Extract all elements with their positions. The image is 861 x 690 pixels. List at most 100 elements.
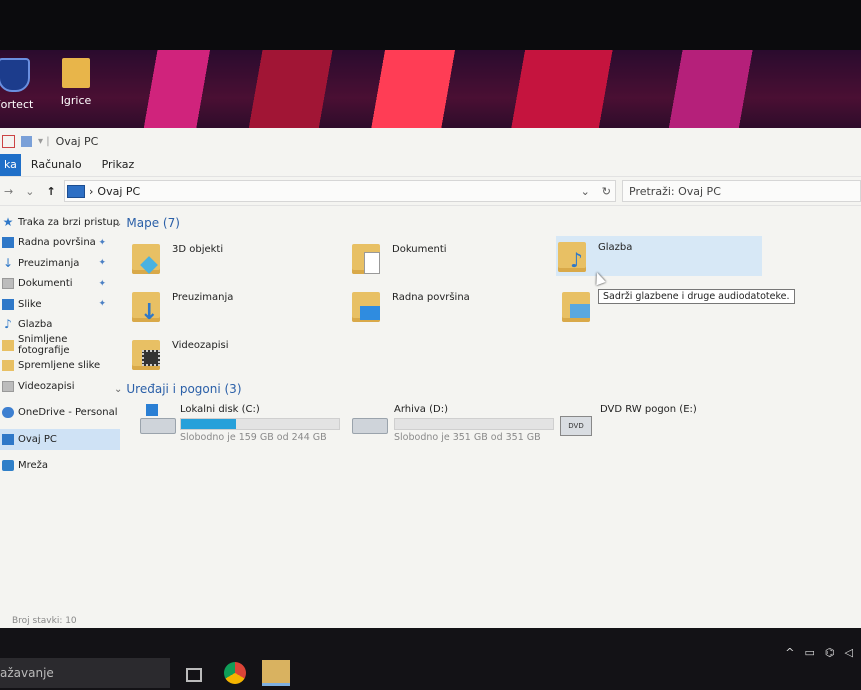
sidebar-item-label: OneDrive - Personal	[18, 407, 118, 419]
sidebar-item-quick-access[interactable]: ★ Traka za brzi pristup	[0, 212, 120, 233]
file-explorer-window: ▾ | Ovaj PC ka Računalo Prikaz → ⌄ ↑ › O…	[0, 128, 861, 628]
group-header-drives[interactable]: ⌄ Uređaji i pogoni (3)	[114, 382, 242, 396]
tab-view[interactable]: Prikaz	[92, 154, 145, 176]
document-icon	[2, 278, 14, 290]
sidebar-item-downloads[interactable]: ↓ Preuzimanja ✦	[0, 253, 120, 274]
title-bar: ▾ | Ovaj PC	[0, 128, 861, 154]
pictures-folder-icon	[560, 286, 596, 324]
new-folder-icon[interactable]	[21, 135, 32, 147]
sidebar-item-camera-roll[interactable]: Snimljene fotografije	[0, 334, 120, 357]
download-icon: ↓	[2, 255, 14, 270]
battery-icon[interactable]: ▭	[805, 646, 815, 659]
chevron-down-icon[interactable]: ⌄	[114, 384, 122, 395]
sidebar-item-documents[interactable]: Dokumenti ✦	[0, 274, 120, 295]
folder-icon	[62, 58, 90, 88]
group-header-folders[interactable]: ⌄ Mape (7)	[114, 216, 180, 230]
recent-dropdown-icon[interactable]: ⌄	[25, 185, 34, 198]
video-icon	[2, 380, 14, 392]
dvd-drive-icon: DVD	[560, 416, 592, 436]
folder-music[interactable]: ♪ Glazba	[556, 236, 762, 276]
folder-videos[interactable]: Videozapisi	[130, 334, 330, 374]
up-arrow-icon[interactable]: ↑	[46, 185, 55, 198]
documents-icon	[350, 238, 386, 276]
sidebar-item-label: Preuzimanja	[18, 257, 80, 269]
desktop-icon-fortect[interactable]: Fortect	[0, 58, 44, 111]
chrome-icon[interactable]	[224, 662, 246, 684]
taskbar-search-box[interactable]: ažavanje	[0, 658, 170, 688]
group-title: Mape (7)	[126, 216, 180, 230]
back-arrow-icon[interactable]: →	[4, 185, 13, 198]
refresh-icon[interactable]: ↻	[598, 185, 615, 198]
pin-icon[interactable]: ✦	[98, 299, 106, 309]
pin-icon[interactable]: ✦	[98, 258, 106, 268]
desktop-icon-label: Igrice	[60, 94, 92, 107]
folder-label: Glazba	[598, 242, 633, 253]
folder-documents[interactable]: Dokumenti	[350, 238, 550, 278]
window-title: Ovaj PC	[55, 134, 99, 148]
address-bar[interactable]: › Ovaj PC ⌄ ↻	[64, 180, 616, 202]
downloads-icon: ↓	[130, 286, 166, 325]
file-explorer-icon[interactable]	[262, 660, 290, 686]
pin-icon[interactable]: ✦	[98, 279, 106, 289]
properties-icon[interactable]	[2, 134, 15, 148]
sidebar-item-network[interactable]: Mreža	[0, 456, 120, 477]
search-placeholder: Pretraži: Ovaj PC	[629, 184, 721, 198]
quick-access-dropdown-icon[interactable]: ▾ |	[38, 136, 50, 147]
sidebar-item-this-pc[interactable]: Ovaj PC	[0, 429, 120, 450]
ribbon-tabs: ka Računalo Prikaz	[0, 154, 861, 176]
drive-free-space: Slobodno je 159 GB od 244 GB	[180, 432, 327, 443]
cloud-icon	[2, 407, 14, 419]
folder-3d-objects[interactable]: 3D objekti	[130, 238, 330, 278]
search-input[interactable]: Pretraži: Ovaj PC	[622, 180, 861, 202]
task-view-icon[interactable]	[186, 668, 202, 682]
volume-icon[interactable]: ◁	[845, 646, 853, 659]
sidebar-item-label: Radna površina	[18, 237, 96, 249]
desktop-folder-icon	[350, 286, 386, 324]
taskbar-search-text: ažavanje	[0, 666, 54, 680]
navigation-pane: ★ Traka za brzi pristup Radna površina ✦…	[0, 206, 120, 628]
tab-computer[interactable]: Računalo	[21, 154, 92, 176]
sidebar-item-desktop[interactable]: Radna površina ✦	[0, 233, 120, 254]
desktop-icon-igrice[interactable]: Igrice	[46, 58, 106, 107]
drive-label: DVD RW pogon (E:)	[600, 404, 697, 415]
chevron-down-icon[interactable]: ⌄	[114, 218, 122, 229]
sidebar-item-label: Snimljene fotografije	[18, 334, 70, 357]
sidebar-item-music[interactable]: ♪ Glazba	[0, 315, 120, 336]
desktop-icon-label: Fortect	[0, 98, 34, 111]
pictures-icon	[2, 298, 14, 310]
sidebar-item-label: Dokumenti	[18, 278, 73, 290]
folder-icon	[2, 339, 14, 351]
sidebar-item-label: Slike	[18, 298, 42, 310]
folder-label: Videozapisi	[172, 340, 229, 351]
chevron-up-icon[interactable]: ^	[785, 646, 794, 659]
pin-icon[interactable]: ✦	[98, 238, 106, 248]
drive-label: Arhiva (D:)	[394, 404, 448, 415]
folder-downloads[interactable]: ↓ Preuzimanja	[130, 286, 330, 326]
sidebar-item-saved-pictures[interactable]: Spremljene slike	[0, 356, 120, 377]
tab-file[interactable]: ka	[0, 154, 21, 176]
sidebar-item-videos[interactable]: Videozapisi	[0, 376, 120, 397]
content-pane: ⌄ Mape (7) 3D objekti Dokumenti ♪ Glazba…	[114, 206, 861, 628]
sidebar-item-pictures[interactable]: Slike ✦	[0, 294, 120, 315]
status-bar: Broj stavki: 10	[12, 616, 77, 626]
breadcrumb-separator-icon[interactable]: ›	[89, 185, 93, 198]
star-icon: ★	[2, 214, 14, 229]
drive-c[interactable]: Lokalni disk (C:) Slobodno je 159 GB od …	[140, 404, 340, 444]
folder-desktop[interactable]: Radna površina	[350, 286, 550, 326]
pc-icon	[2, 433, 14, 445]
network-icon[interactable]: ⌬	[825, 646, 835, 659]
drive-d[interactable]: Arhiva (D:) Slobodno je 351 GB od 351 GB	[352, 404, 554, 444]
windows-logo-icon	[146, 404, 158, 416]
address-dropdown-icon[interactable]: ⌄	[577, 185, 594, 198]
tooltip: Sadrži glazbene i druge audiodatoteke.	[598, 289, 795, 304]
sidebar-item-label: Traka za brzi pristup	[18, 216, 120, 228]
drive-label: Lokalni disk (C:)	[180, 404, 260, 415]
folder-label: Radna površina	[392, 292, 470, 303]
folder-label: 3D objekti	[172, 244, 224, 255]
folder-label: Dokumenti	[392, 244, 447, 255]
desktop-icon	[2, 237, 14, 249]
drive-free-space: Slobodno je 351 GB od 351 GB	[394, 432, 541, 443]
drive-e[interactable]: DVD DVD RW pogon (E:)	[560, 404, 760, 444]
sidebar-item-onedrive[interactable]: OneDrive - Personal	[0, 403, 120, 424]
breadcrumb-ovaj-pc[interactable]: Ovaj PC	[97, 185, 140, 198]
